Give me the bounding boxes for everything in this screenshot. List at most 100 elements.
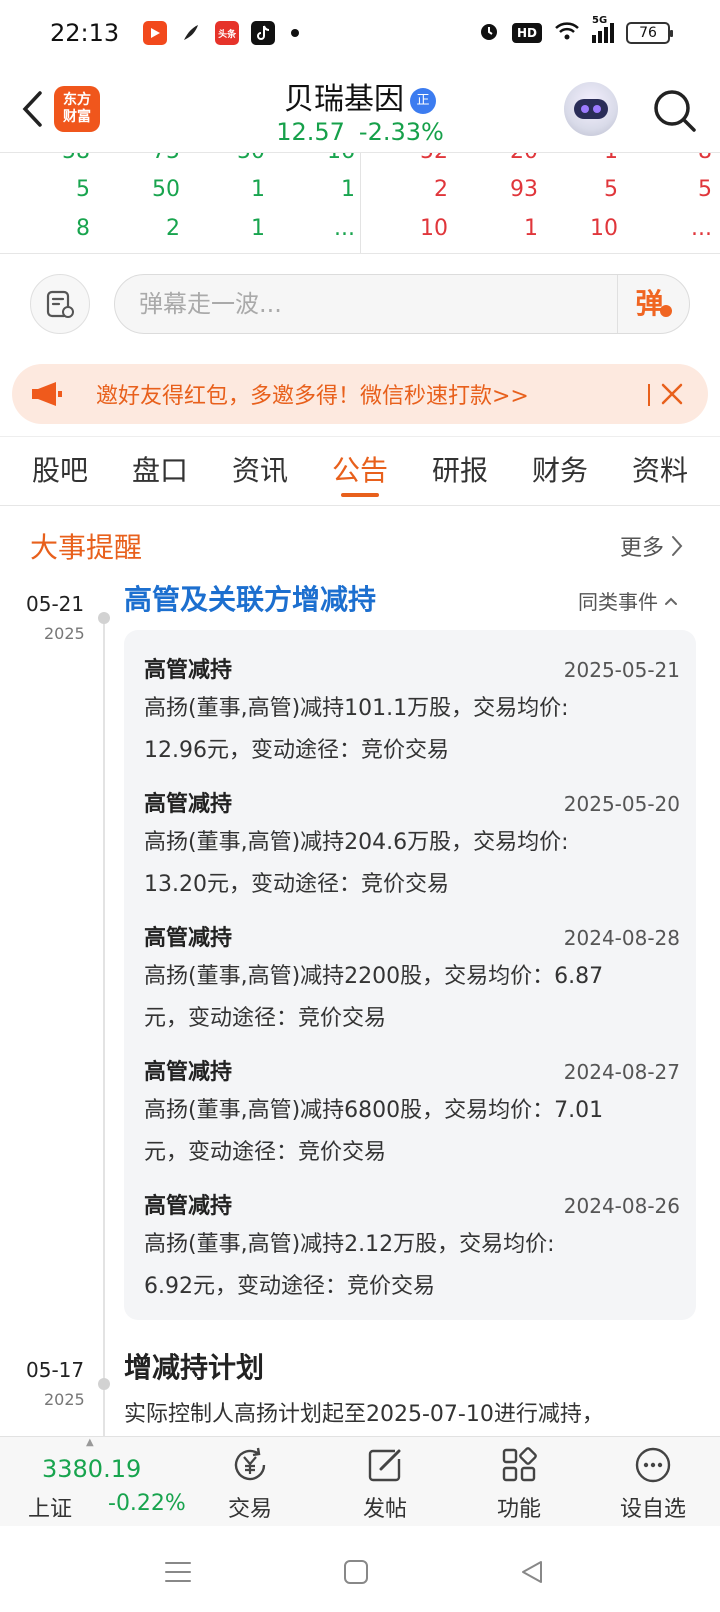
item-desc-line: 高扬(董事,高管)减持2200股，交易均价：6.87 xyxy=(144,964,604,989)
stock-header: 东方 财富 贝瑞基因正 12.57 -2.33% xyxy=(0,66,720,152)
chevron-right-icon xyxy=(672,536,683,556)
bid-volume: 8 xyxy=(76,216,90,241)
bid-volume: 58 xyxy=(10,153,90,164)
item-date: 2024-08-28 xyxy=(563,926,680,950)
event-item[interactable]: 高管减持 2025-05-20 高扬(董事,高管)减持204.6万股，交易均价: 1… xyxy=(144,786,680,906)
item-type: 高管减持 xyxy=(144,1060,233,1085)
timeline-dot xyxy=(98,1378,110,1390)
search-button[interactable] xyxy=(648,84,702,138)
grid-icon xyxy=(499,1445,539,1485)
bid-volume: 1 xyxy=(251,177,265,202)
more-link[interactable]: 更多 xyxy=(620,530,684,562)
tab-announcements[interactable]: 公告 xyxy=(324,437,396,505)
tab-pankou[interactable]: 盘口 xyxy=(124,437,196,505)
danmu-placeholder: 弹幕走一波... xyxy=(139,290,282,318)
tab-finance[interactable]: 财务 xyxy=(524,437,596,505)
check-badge-icon xyxy=(659,305,672,317)
functions-label: 功能 xyxy=(496,1497,541,1522)
close-icon[interactable] xyxy=(658,380,686,408)
event-item[interactable]: 高管减持 2024-08-26 高扬(董事,高管)减持2.12万股，交易均价: 6.… xyxy=(144,1188,680,1308)
stock-name: 贝瑞基因 xyxy=(284,82,404,117)
ask-volume: 10 xyxy=(420,216,448,241)
bottom-toolbar: ▲ 3380.19 上证 -0.22% 交易 发帖 功能 设自选 xyxy=(0,1436,720,1526)
status-time: 22:13 xyxy=(50,19,120,47)
item-type: 高管减持 xyxy=(144,1194,233,1219)
item-desc-line: 高扬(董事,高管)减持101.1万股，交易均价: xyxy=(144,696,569,721)
danmu-settings-button[interactable] xyxy=(30,274,90,334)
item-desc-line: 12.96元，变动途径：竞价交易 xyxy=(144,738,449,763)
menu-icon[interactable] xyxy=(158,1552,198,1592)
stock-tabs: 股吧 盘口 资讯 公告 研报 财务 资料 xyxy=(0,436,720,506)
more-dots-icon xyxy=(633,1445,673,1485)
event-desc: 实际控制人高扬计划起至2025-07-10进行减持， xyxy=(124,1402,604,1427)
event-year: 2025 xyxy=(44,624,85,643)
chevron-up-icon xyxy=(665,597,677,605)
item-date: 2025-05-21 xyxy=(563,658,680,682)
hd-icon: HD xyxy=(511,23,542,43)
item-type: 高管减持 xyxy=(144,792,233,817)
edit-icon xyxy=(365,1445,405,1485)
bid-volume: 5 xyxy=(76,177,90,202)
trade-button[interactable]: 交易 xyxy=(205,1445,295,1523)
index-expand-caret-icon[interactable]: ▲ xyxy=(86,1437,94,1448)
item-date: 2024-08-26 xyxy=(563,1194,680,1218)
similar-events-toggle[interactable]: 同类事件 xyxy=(578,586,678,615)
add-watchlist-button[interactable]: 设自选 xyxy=(608,1445,698,1523)
index-value[interactable]: 3380.19 xyxy=(42,1455,141,1483)
wifi-icon xyxy=(554,21,580,45)
danmu-send-button[interactable]: 弹 xyxy=(617,275,689,333)
item-date: 2025-05-20 xyxy=(563,792,680,816)
tab-guba[interactable]: 股吧 xyxy=(24,437,96,505)
item-desc-line: 高扬(董事,高管)减持204.6万股，交易均价: xyxy=(144,830,569,855)
item-desc-line: 元，变动途径：竞价交易 xyxy=(144,1140,387,1165)
more-label: 更多 xyxy=(620,536,665,561)
back-triangle-icon[interactable] xyxy=(512,1552,552,1592)
tab-profile[interactable]: 资料 xyxy=(624,437,696,505)
order-book: 587550165220185501129355821...10110... xyxy=(0,152,720,254)
danmu-input[interactable]: 弹幕走一波... 弹 xyxy=(114,274,690,334)
tiktok-app-icon xyxy=(251,21,276,45)
danmu-settings-icon xyxy=(46,290,74,318)
yuan-cycle-icon xyxy=(230,1445,270,1485)
timeline-dot xyxy=(98,612,110,624)
ask-volume: 8 xyxy=(632,153,712,164)
bid-volume: 50 xyxy=(185,153,265,164)
event-item[interactable]: 高管减持 2024-08-28 高扬(董事,高管)减持2200股，交易均价：6.8… xyxy=(144,920,680,1040)
order-book-row: 8 2 1... 10 1 10... xyxy=(0,216,720,253)
toutiao-app-icon: 头条 xyxy=(215,21,240,45)
bid-volume: 75 xyxy=(100,153,180,164)
event-title[interactable]: 增减持计划 xyxy=(124,1346,264,1386)
trade-label: 交易 xyxy=(227,1497,272,1522)
event-item[interactable]: 高管减持 2025-05-21 高扬(董事,高管)减持101.1万股，交易均价: 1… xyxy=(144,652,680,772)
item-desc-line: 元，变动途径：竞价交易 xyxy=(144,1006,387,1031)
event-date: 05-21 xyxy=(26,592,85,616)
bid-volume: 2 xyxy=(166,216,180,241)
bid-volume: 16 xyxy=(275,153,355,164)
tab-news[interactable]: 资讯 xyxy=(224,437,296,505)
ask-volume: 20 xyxy=(458,153,538,164)
event-date: 05-17 xyxy=(26,1358,85,1382)
ask-volume: 93 xyxy=(510,177,538,202)
event-card: 高管减持 2025-05-21 高扬(董事,高管)减持101.1万股，交易均价: 1… xyxy=(124,630,696,1320)
promo-banner[interactable]: 邀好友得红包，多邀多得！微信秒速打款>> xyxy=(12,364,708,424)
event-item[interactable]: 高管减持 2024-08-27 高扬(董事,高管)减持6800股，交易均价：7.0… xyxy=(144,1054,680,1174)
stock-price: 12.57 xyxy=(276,118,345,146)
bid-volume: 1 xyxy=(341,177,355,202)
more-notifications-dot xyxy=(291,29,300,37)
stock-change: -2.33% xyxy=(358,118,444,146)
post-button[interactable]: 发帖 xyxy=(340,1445,430,1523)
ai-assistant-avatar[interactable] xyxy=(564,82,618,136)
system-navigation-bar xyxy=(0,1526,720,1612)
similar-events-label: 同类事件 xyxy=(578,590,658,614)
home-icon[interactable] xyxy=(336,1552,376,1592)
video-app-icon xyxy=(143,21,168,45)
ask-volume: 52 xyxy=(368,153,448,164)
danmu-send-label: 弹 xyxy=(635,287,664,320)
order-book-row: 5 50 1 1 2 93 5 5 xyxy=(0,177,720,215)
ask-volume: 1 xyxy=(538,153,618,164)
event-title[interactable]: 高管及关联方增减持 xyxy=(124,578,376,618)
status-right: HD 5G 76 xyxy=(478,15,673,46)
tab-research[interactable]: 研报 xyxy=(424,437,496,505)
section-title: 大事提醒 xyxy=(30,531,143,564)
functions-button[interactable]: 功能 xyxy=(474,1445,564,1523)
